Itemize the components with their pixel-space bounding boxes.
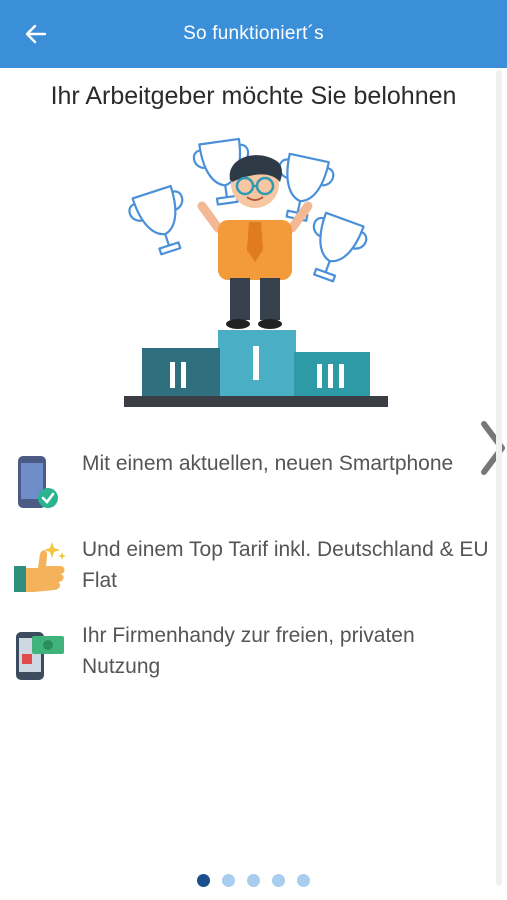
- page-title: Ihr Arbeitgeber möchte Sie belohnen: [50, 82, 457, 110]
- scrollbar[interactable]: [496, 70, 502, 886]
- smartphone-check-icon: [18, 456, 58, 508]
- page-indicator: [0, 874, 507, 887]
- feature-list: Mit einem aktuellen, neuen Smartphone Un…: [12, 448, 492, 706]
- feature-text: Und einem Top Tarif inkl. Deutschland & …: [82, 538, 489, 592]
- phone-money-icon: [16, 632, 64, 680]
- arrow-left-icon: [25, 24, 47, 44]
- back-button[interactable]: [18, 16, 54, 52]
- page-dot-5[interactable]: [297, 874, 310, 887]
- page-dot-3[interactable]: [247, 874, 260, 887]
- feature-item-private-use: Ihr Firmenhandy zur freien, privaten Nut…: [12, 620, 492, 706]
- thumbs-up-icon: [14, 542, 66, 592]
- page-dot-4[interactable]: [272, 874, 285, 887]
- winner-podium-illustration: [110, 130, 400, 420]
- page-dot-1[interactable]: [197, 874, 210, 887]
- feature-item-smartphone: Mit einem aktuellen, neuen Smartphone: [12, 448, 492, 534]
- app-bar-title: So funktioniert´s: [183, 23, 324, 44]
- feature-item-tariff: Und einem Top Tarif inkl. Deutschland & …: [12, 534, 492, 620]
- page-dot-2[interactable]: [222, 874, 235, 887]
- feature-text: Mit einem aktuellen, neuen Smartphone: [82, 452, 454, 475]
- app-bar: So funktioniert´s: [0, 0, 507, 68]
- feature-text: Ihr Firmenhandy zur freien, privaten Nut…: [82, 624, 415, 678]
